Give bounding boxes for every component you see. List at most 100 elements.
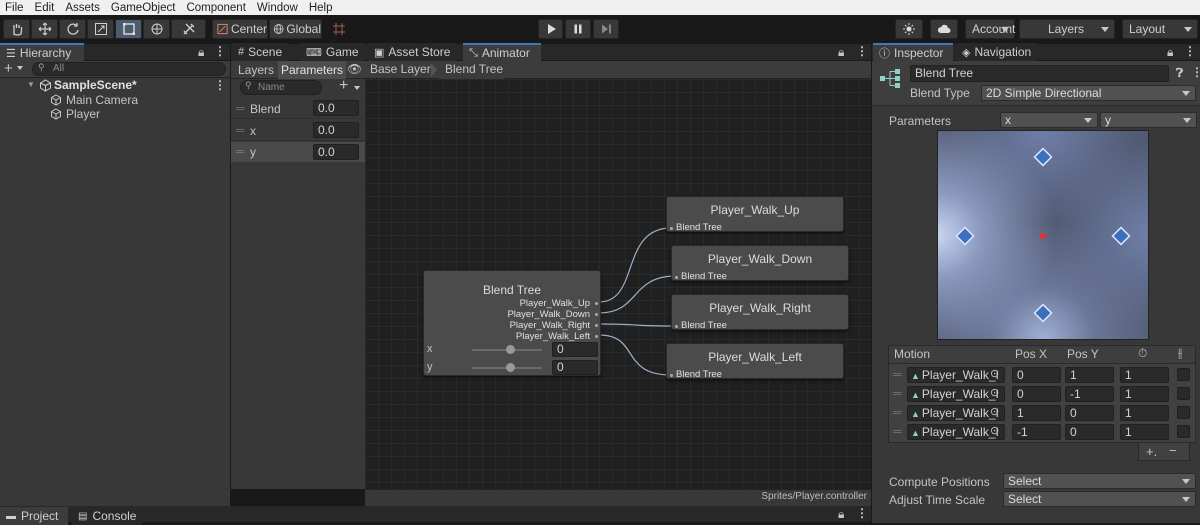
lock-icon[interactable]: 🔒︎ — [838, 45, 844, 60]
clip-node-walk-left[interactable]: Player_Walk_Left Blend Tree — [666, 343, 844, 380]
grid-snap-button[interactable] — [327, 19, 351, 39]
account-dropdown[interactable]: Account — [965, 19, 1015, 39]
motion-point-up[interactable] — [1033, 147, 1053, 167]
motion-posx-input[interactable]: 0 — [1012, 386, 1061, 402]
tab-console[interactable]: ▤ Console — [72, 507, 143, 525]
more-menu-icon[interactable]: ⋮ — [1184, 44, 1196, 58]
hierarchy-item-main-camera[interactable]: Main Camera — [66, 93, 138, 107]
adjust-time-scale-dropdown[interactable]: Select — [1003, 491, 1196, 507]
compute-positions-dropdown[interactable]: Select — [1003, 473, 1196, 489]
object-picker-icon[interactable]: ⊙ — [990, 424, 999, 437]
add-parameter-button[interactable]: + — [339, 77, 348, 95]
tab-asset-store[interactable]: ▣ Asset Store — [368, 43, 457, 61]
motion-point-down[interactable] — [1033, 303, 1053, 323]
help-icon[interactable]: ❓︎ — [1176, 66, 1183, 81]
motion-point-left[interactable] — [955, 226, 975, 246]
rotate-tool-button[interactable] — [59, 19, 86, 39]
more-menu-icon[interactable]: ⋮ — [856, 506, 868, 520]
more-menu-icon[interactable]: ⋮ — [214, 44, 226, 58]
clip-node-walk-right[interactable]: Player_Walk_Right Blend Tree — [671, 294, 849, 331]
custom-tool-button[interactable] — [171, 19, 206, 39]
breadcrumb-base-layer[interactable]: Base Layer — [370, 62, 431, 76]
object-picker-icon[interactable]: ⊙ — [990, 405, 999, 418]
motion-posy-input[interactable]: 0 — [1065, 424, 1114, 440]
port-dot[interactable] — [595, 302, 598, 305]
blend-position-marker[interactable] — [1040, 233, 1046, 239]
menu-window[interactable]: Window — [252, 2, 304, 14]
drag-handle-icon[interactable]: ═ — [893, 405, 902, 419]
tab-game[interactable]: ⌨︎ Game — [300, 43, 365, 61]
move-tool-button[interactable] — [31, 19, 58, 39]
port-dot[interactable] — [675, 325, 678, 328]
expand-arrow-icon[interactable]: ▼ — [27, 80, 35, 89]
tab-project[interactable]: ▬ Project — [0, 507, 68, 525]
motion-speed-input[interactable]: 1 — [1120, 386, 1169, 402]
mirror-checkbox[interactable] — [1177, 406, 1190, 419]
tab-animator[interactable]: ⤡ Animator — [463, 43, 541, 61]
tab-layers[interactable]: Layers — [234, 61, 278, 79]
object-name-input[interactable]: Blend Tree — [910, 65, 1169, 82]
drag-handle-icon[interactable]: ═ — [236, 144, 245, 158]
hierarchy-search-input[interactable]: All — [32, 62, 226, 76]
mirror-checkbox[interactable] — [1177, 387, 1190, 400]
pause-button[interactable] — [565, 19, 591, 39]
y-slider-thumb[interactable] — [506, 363, 515, 372]
lock-icon[interactable]: 🔒︎ — [838, 507, 844, 522]
motion-speed-input[interactable]: 1 — [1120, 367, 1169, 383]
transform-tool-button[interactable] — [143, 19, 170, 39]
scale-tool-button[interactable] — [87, 19, 114, 39]
motion-speed-input[interactable]: 1 — [1120, 424, 1169, 440]
tab-hierarchy[interactable]: ☰ Hierarchy — [0, 43, 84, 61]
motion-posy-input[interactable]: -1 — [1065, 386, 1114, 402]
tab-parameters[interactable]: Parameters — [278, 61, 347, 79]
create-plus-button[interactable]: + — [4, 60, 13, 77]
pivot-toggle[interactable]: Center — [212, 19, 268, 39]
drag-handle-icon[interactable]: ═ — [236, 101, 245, 115]
layers-dropdown[interactable]: Layers — [1019, 19, 1115, 39]
motion-posx-input[interactable]: 1 — [1012, 405, 1061, 421]
eye-icon[interactable]: 👁︎ — [347, 62, 362, 76]
step-button[interactable] — [593, 19, 619, 39]
object-picker-icon[interactable]: ⊙ — [990, 386, 999, 399]
tab-scene[interactable]: # Scene — [232, 43, 289, 61]
menu-help[interactable]: Help — [304, 2, 339, 14]
node-param-x-input[interactable]: 0 — [552, 342, 598, 357]
menu-edit[interactable]: Edit — [30, 2, 61, 14]
motion-posy-input[interactable]: 0 — [1065, 405, 1114, 421]
remove-motion-button[interactable]: − — [1169, 443, 1177, 458]
port-dot[interactable] — [595, 324, 598, 327]
port-dot[interactable] — [670, 227, 673, 230]
drag-handle-icon[interactable]: ═ — [893, 367, 902, 381]
mirror-checkbox[interactable] — [1177, 425, 1190, 438]
parameter-value-input[interactable]: 0.0 — [313, 122, 359, 138]
play-button[interactable] — [538, 19, 563, 39]
parameter-y-dropdown[interactable]: y — [1100, 112, 1197, 128]
scene-more-icon[interactable]: ⋮ — [214, 78, 226, 92]
blend-type-dropdown[interactable]: 2D Simple Directional — [981, 85, 1196, 101]
x-slider-thumb[interactable] — [506, 345, 515, 354]
tab-navigation[interactable]: ◈ Navigation — [956, 43, 1038, 61]
port-dot[interactable] — [675, 276, 678, 279]
motion-posx-input[interactable]: -1 — [1012, 424, 1061, 440]
parameter-value-input[interactable]: 0.0 — [313, 100, 359, 116]
settings-more-icon[interactable]: ⋮ — [1191, 65, 1200, 79]
menu-assets[interactable]: Assets — [60, 2, 106, 14]
port-dot[interactable] — [595, 313, 598, 316]
port-dot[interactable] — [595, 335, 598, 338]
menu-gameobject[interactable]: GameObject — [106, 2, 182, 14]
more-menu-icon[interactable]: ⋮ — [856, 44, 868, 58]
space-toggle[interactable]: Global — [269, 19, 322, 39]
clip-node-walk-down[interactable]: Player_Walk_Down Blend Tree — [671, 245, 849, 282]
lock-icon[interactable]: 🔒︎ — [198, 45, 204, 60]
motion-posy-input[interactable]: 1 — [1065, 367, 1114, 383]
cloud-button[interactable] — [930, 19, 958, 39]
layout-dropdown[interactable]: Layout — [1122, 19, 1198, 39]
motion-point-right[interactable] — [1111, 226, 1131, 246]
motion-speed-input[interactable]: 1 — [1120, 405, 1169, 421]
parameter-search-input[interactable]: Name — [240, 80, 322, 95]
port-dot[interactable] — [670, 374, 673, 377]
add-motion-button[interactable]: +. — [1146, 444, 1157, 459]
lock-icon[interactable]: 🔒︎ — [1167, 45, 1173, 60]
breadcrumb-blend-tree[interactable]: Blend Tree — [445, 62, 503, 76]
motion-posx-input[interactable]: 0 — [1012, 367, 1061, 383]
